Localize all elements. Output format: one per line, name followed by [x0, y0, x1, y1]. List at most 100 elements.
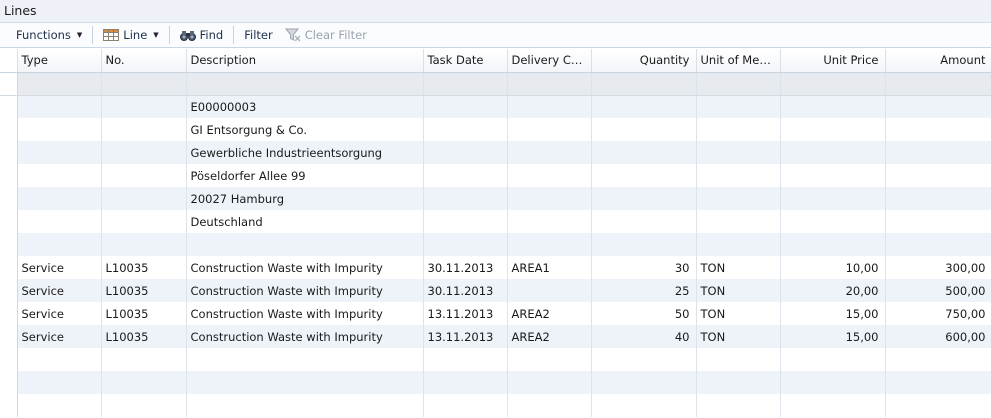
row-selector[interactable] [0, 348, 18, 371]
cell-quantity[interactable] [591, 118, 697, 141]
table-row[interactable]: Service L10035 Construction Waste with I… [0, 325, 991, 348]
cell-no[interactable] [101, 210, 187, 233]
cell-unit-of-measure[interactable] [696, 394, 781, 417]
cell-delivery-code[interactable] [507, 279, 592, 302]
cell-task-date[interactable]: 13.11.2013 [423, 302, 508, 325]
cell-unit-price[interactable] [780, 371, 886, 394]
cell-no[interactable] [101, 95, 187, 118]
row-selector[interactable] [0, 210, 18, 233]
cell-task-date[interactable] [423, 95, 508, 118]
cell-task-date[interactable] [423, 118, 508, 141]
cell-quantity[interactable] [591, 164, 697, 187]
column-header-task-date[interactable]: Task Date [423, 49, 508, 73]
cell-type[interactable]: Service [17, 302, 102, 325]
cell-unit-price[interactable] [780, 394, 886, 417]
table-row[interactable] [0, 233, 991, 256]
cell-delivery-code[interactable] [507, 118, 592, 141]
cell-quantity[interactable] [591, 187, 697, 210]
cell-unit-of-measure[interactable] [696, 187, 781, 210]
cell-quantity[interactable] [591, 141, 697, 164]
cell-type[interactable] [17, 371, 102, 394]
cell-type[interactable] [17, 348, 102, 371]
table-row[interactable]: Service L10035 Construction Waste with I… [0, 256, 991, 279]
cell-type[interactable] [17, 118, 102, 141]
cell-no[interactable]: L10035 [101, 302, 187, 325]
cell-delivery-code[interactable]: AREA1 [507, 256, 592, 279]
cell-description[interactable] [186, 233, 424, 256]
cell-task-date[interactable]: 13.11.2013 [423, 325, 508, 348]
cell-type[interactable] [17, 164, 102, 187]
cell-delivery-code[interactable]: AREA2 [507, 325, 592, 348]
cell-unit-price[interactable]: 20,00 [780, 279, 886, 302]
column-header-unit-of-measure[interactable]: Unit of Mea... [696, 49, 781, 73]
table-row[interactable] [0, 394, 991, 417]
cell-description[interactable] [186, 348, 424, 371]
cell-task-date[interactable]: 30.11.2013 [423, 256, 508, 279]
row-selector[interactable] [0, 233, 18, 256]
filter-cell[interactable] [423, 72, 508, 96]
cell-type[interactable] [17, 394, 102, 417]
cell-delivery-code[interactable] [507, 233, 592, 256]
table-row[interactable] [0, 348, 991, 371]
row-selector[interactable] [0, 187, 18, 210]
cell-quantity[interactable] [591, 210, 697, 233]
cell-type[interactable] [17, 233, 102, 256]
clear-filter-button[interactable]: Clear Filter [279, 25, 373, 46]
cell-description[interactable]: Pöseldorfer Allee 99 [186, 164, 424, 187]
cell-task-date[interactable] [423, 187, 508, 210]
row-selector[interactable] [0, 164, 18, 187]
column-header-delivery-code[interactable]: Delivery Co... [507, 49, 592, 73]
column-header-no[interactable]: No. [101, 49, 187, 73]
cell-unit-of-measure[interactable] [696, 164, 781, 187]
cell-type[interactable]: Service [17, 279, 102, 302]
cell-unit-price[interactable] [780, 118, 886, 141]
cell-description[interactable]: Construction Waste with Impurity [186, 302, 424, 325]
cell-task-date[interactable] [423, 164, 508, 187]
cell-type[interactable] [17, 187, 102, 210]
cell-delivery-code[interactable] [507, 371, 592, 394]
cell-description[interactable]: Construction Waste with Impurity [186, 256, 424, 279]
cell-delivery-code[interactable] [507, 348, 592, 371]
table-row[interactable]: Service L10035 Construction Waste with I… [0, 302, 991, 325]
cell-unit-price[interactable]: 10,00 [780, 256, 886, 279]
row-selector[interactable] [0, 325, 18, 348]
cell-unit-of-measure[interactable]: TON [696, 302, 781, 325]
cell-task-date[interactable] [423, 371, 508, 394]
cell-amount[interactable] [885, 233, 991, 256]
column-header-type[interactable]: Type [17, 49, 102, 73]
cell-amount[interactable] [885, 348, 991, 371]
cell-description[interactable] [186, 394, 424, 417]
cell-task-date[interactable] [423, 210, 508, 233]
filter-button[interactable]: Filter [238, 25, 278, 46]
cell-quantity[interactable]: 40 [591, 325, 697, 348]
cell-no[interactable]: L10035 [101, 279, 187, 302]
table-row[interactable]: GI Entsorgung & Co. [0, 118, 991, 141]
filter-cell[interactable] [101, 72, 187, 96]
cell-unit-of-measure[interactable] [696, 141, 781, 164]
cell-no[interactable] [101, 394, 187, 417]
cell-no[interactable] [101, 141, 187, 164]
cell-unit-of-measure[interactable] [696, 210, 781, 233]
cell-description[interactable]: Deutschland [186, 210, 424, 233]
table-row[interactable]: Service L10035 Construction Waste with I… [0, 279, 991, 302]
cell-unit-of-measure[interactable]: TON [696, 256, 781, 279]
filter-cell[interactable] [885, 72, 991, 96]
cell-no[interactable] [101, 371, 187, 394]
column-header-quantity[interactable]: Quantity [591, 49, 697, 73]
row-selector[interactable] [0, 256, 18, 279]
cell-unit-of-measure[interactable] [696, 95, 781, 118]
cell-unit-price[interactable]: 15,00 [780, 302, 886, 325]
cell-description[interactable] [186, 371, 424, 394]
filter-cell[interactable] [17, 72, 102, 96]
cell-no[interactable] [101, 348, 187, 371]
filter-cell[interactable] [507, 72, 592, 96]
cell-no[interactable] [101, 118, 187, 141]
cell-no[interactable] [101, 233, 187, 256]
cell-amount[interactable] [885, 164, 991, 187]
cell-amount[interactable] [885, 210, 991, 233]
cell-unit-of-measure[interactable] [696, 118, 781, 141]
row-selector[interactable] [0, 72, 18, 96]
row-selector[interactable] [0, 141, 18, 164]
cell-no[interactable] [101, 187, 187, 210]
filter-cell[interactable] [780, 72, 886, 96]
